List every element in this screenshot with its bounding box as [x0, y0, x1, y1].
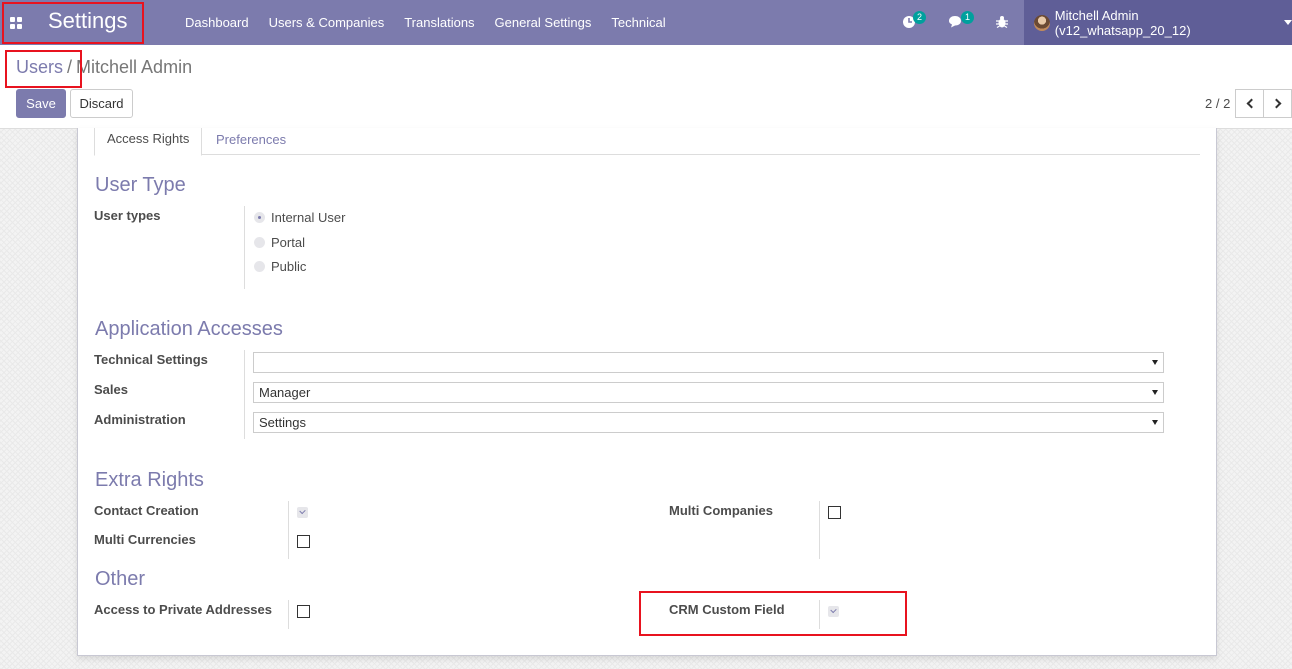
user-name: Mitchell Admin (v12_whatsapp_20_12): [1054, 7, 1191, 38]
pager-previous-button[interactable]: [1235, 89, 1264, 118]
menu-item-users-companies[interactable]: Users & Companies: [259, 15, 395, 30]
debug-button[interactable]: [994, 12, 1018, 34]
radio-label: Public: [271, 259, 307, 274]
field-label-administration: Administration: [94, 412, 186, 427]
multi-currencies-checkbox[interactable]: [297, 535, 310, 548]
field-divider: [244, 350, 245, 439]
chevron-left-icon: [1246, 98, 1256, 109]
private-addresses-checkbox[interactable]: [297, 605, 310, 618]
field-label-contact-creation: Contact Creation: [94, 503, 199, 518]
field-label-user-types: User types: [94, 208, 161, 223]
radio-label: Portal: [271, 235, 305, 250]
notebook-tabs: Access Rights Preferences: [94, 128, 1200, 156]
radio-button[interactable]: [254, 261, 265, 272]
activities-badge: 2: [913, 11, 926, 24]
main-menu: Dashboard Users & Companies Translations…: [175, 0, 676, 45]
section-title-user-type: User Type: [95, 174, 186, 196]
field-divider: [288, 501, 289, 559]
chevron-down-icon: [1284, 20, 1292, 25]
field-label-technical-settings: Technical Settings: [94, 352, 208, 367]
radio-button[interactable]: [254, 212, 265, 223]
technical-settings-select[interactable]: [253, 352, 1164, 373]
bug-icon: [996, 16, 1008, 29]
activities-button[interactable]: 2: [901, 11, 926, 34]
chevron-right-icon: [1271, 98, 1281, 109]
menu-item-technical[interactable]: Technical: [601, 15, 675, 30]
radio-internal-user[interactable]: Internal User: [254, 210, 345, 225]
breadcrumb-current: Mitchell Admin: [76, 57, 193, 77]
messages-button[interactable]: 1: [948, 11, 974, 34]
tab-access-rights[interactable]: Access Rights: [94, 128, 203, 156]
section-title-other: Other: [95, 568, 146, 590]
user-menu[interactable]: Mitchell Admin (v12_whatsapp_20_12): [1024, 0, 1292, 45]
caret-down-icon: [1152, 420, 1158, 425]
field-label-multi-companies: Multi Companies: [669, 503, 774, 518]
tab-preferences[interactable]: Preferences: [203, 128, 299, 155]
multi-companies-checkbox[interactable]: [828, 506, 841, 519]
pager-next-button[interactable]: [1263, 89, 1292, 118]
save-button[interactable]: Save: [16, 89, 66, 118]
highlight-box-crm-custom-field: [639, 591, 907, 636]
avatar: [1034, 14, 1050, 31]
pager-value: 2 / 2: [1205, 96, 1231, 111]
field-label-private-addresses: Access to Private Addresses: [94, 602, 273, 617]
discard-button[interactable]: Discard: [70, 89, 133, 118]
highlight-box-settings: [2, 2, 144, 44]
field-divider: [819, 501, 820, 559]
administration-select[interactable]: Settings: [253, 412, 1164, 433]
sales-select[interactable]: Manager: [253, 382, 1164, 403]
field-divider: [244, 206, 245, 289]
menu-item-general-settings[interactable]: General Settings: [485, 15, 602, 30]
radio-label: Internal User: [271, 210, 346, 225]
select-value: Manager: [259, 385, 311, 400]
caret-down-icon: [1152, 390, 1158, 395]
menu-item-dashboard[interactable]: Dashboard: [175, 15, 259, 30]
radio-public[interactable]: Public: [254, 259, 306, 274]
messages-badge: 1: [961, 11, 974, 24]
top-navbar: Settings Dashboard Users & Companies Tra…: [0, 0, 1292, 45]
menu-item-translations[interactable]: Translations: [394, 15, 484, 30]
section-title-application-accesses: Application Accesses: [95, 318, 283, 340]
contact-creation-checkbox: [297, 507, 308, 518]
field-divider: [288, 600, 289, 629]
radio-portal[interactable]: Portal: [254, 235, 305, 250]
highlight-box-users: [5, 50, 82, 88]
radio-button[interactable]: [254, 237, 265, 248]
section-title-extra-rights: Extra Rights: [95, 469, 204, 491]
field-label-sales: Sales: [94, 382, 128, 397]
caret-down-icon: [1152, 360, 1158, 365]
field-label-multi-currencies: Multi Currencies: [94, 532, 196, 547]
select-value: Settings: [259, 415, 306, 430]
